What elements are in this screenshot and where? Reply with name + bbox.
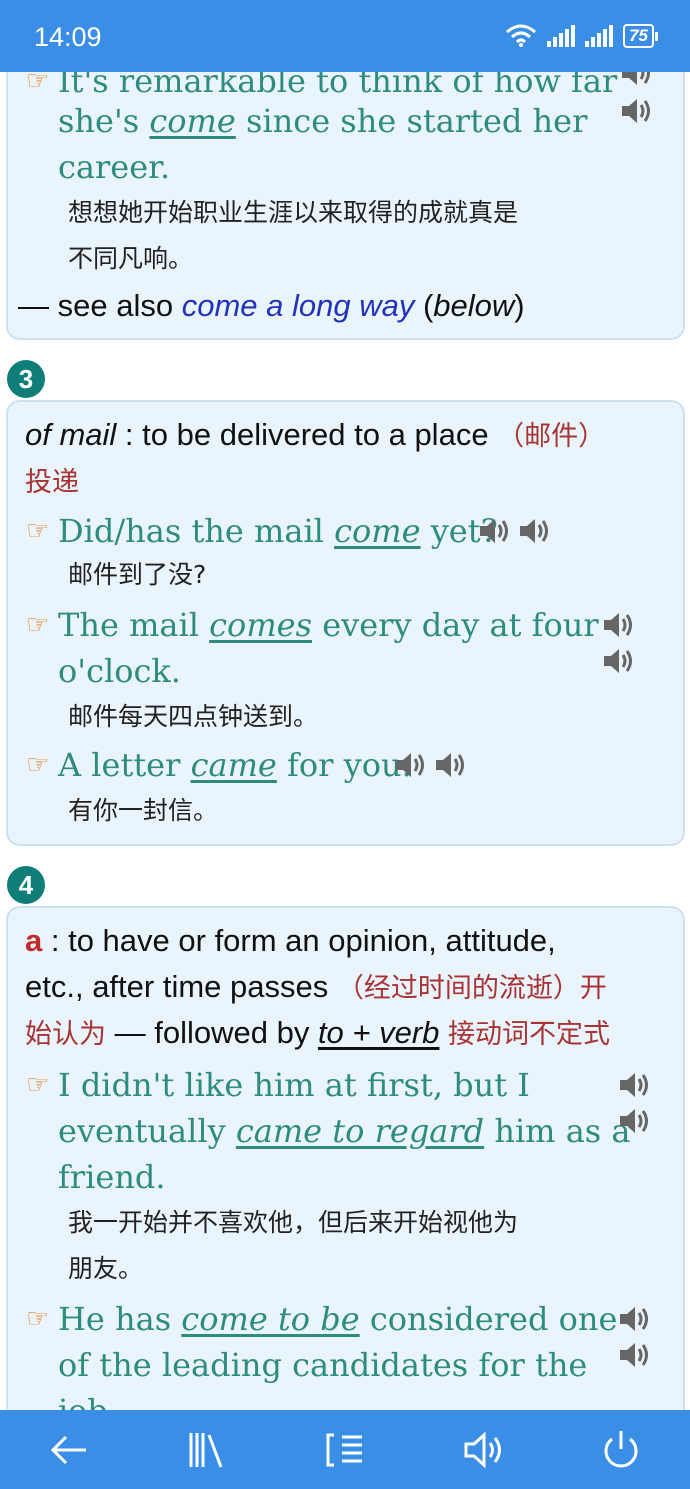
sense-number-badge: 4 [7,866,45,904]
example-pointer-icon: ☞ [26,750,50,780]
list-icon [326,1433,362,1466]
speaker-uk-icon[interactable] [616,1068,652,1102]
example-translation: 我一开始并不喜欢他，但后来开始视他为 [68,1208,519,1237]
see-also-link[interactable]: come a long way [182,288,415,323]
power-icon [604,1430,638,1467]
see-also: — see also come a long way (below) [18,288,525,323]
example-translation: 朋友。 [68,1254,144,1283]
example-translation: 想想她开始职业生涯以来取得的成就真是 [68,198,519,227]
list-button[interactable] [310,1415,380,1485]
speaker-us-icon[interactable] [516,514,552,548]
example-translation: 有你一封信。 [68,796,219,825]
power-button[interactable] [586,1415,656,1485]
definition-zh: 投递 [25,467,79,498]
example-pointer-icon: ☞ [26,1070,50,1100]
definition: 始认为 — followed by to + verb 接动词不定式 [25,1015,611,1050]
status-icons: 75 [505,24,658,48]
example-text: job. [58,1388,118,1410]
example-text: eventually came to regard him as a [58,1112,631,1150]
library-button[interactable] [172,1415,242,1485]
speaker-us-icon[interactable] [616,1338,652,1372]
example-pointer-icon: ☞ [26,1304,50,1334]
example-translation: 邮件到了没? [68,560,207,589]
status-bar: 14:09 75 [0,0,690,72]
example-text: she's come since she started her [58,102,588,140]
speaker-uk-icon[interactable] [616,1302,652,1336]
definition: of mail : to be delivered to a place （邮件… [25,417,606,452]
speaker-button[interactable] [448,1415,518,1485]
card-sense-3: of mail : to be delivered to a place （邮件… [6,400,685,846]
back-arrow-icon [50,1435,86,1464]
example-translation: 不同凡响。 [68,244,194,273]
example-translation: 邮件每天四点钟送到。 [68,702,319,731]
speaker-us-icon[interactable] [432,748,468,782]
battery-icon: 75 [623,24,658,48]
example-text: of the leading candidates for the [58,1346,588,1384]
card-sense-4: a : to have or form an opinion, attitude… [6,906,685,1410]
speaker-us-icon[interactable] [618,94,654,128]
bottom-toolbar [0,1410,690,1489]
definition: etc., after time passes （经过时间的流逝）开 [25,969,607,1004]
status-time: 14:09 [34,22,102,52]
example-pointer-icon: ☞ [26,516,50,546]
example-text: He has come to be considered one [58,1300,618,1338]
wifi-icon [506,24,537,47]
dictionary-content: ☞ It's remarkable to think of how far sh… [0,0,690,1410]
speaker-icon [464,1431,501,1468]
speaker-uk-icon[interactable] [392,748,428,782]
example-text: A letter came for you. [58,746,412,784]
example-text: Did/has the mail come yet? [58,512,498,550]
speaker-uk-icon[interactable] [600,608,636,642]
definition: a : to have or form an opinion, attitude… [25,923,556,958]
speaker-uk-icon[interactable] [476,514,512,548]
speaker-us-icon[interactable] [600,644,636,678]
example-text: career. [58,148,171,186]
back-button[interactable] [34,1415,104,1485]
card-sense-2: ☞ It's remarkable to think of how far sh… [6,40,685,340]
example-text: friend. [58,1158,166,1196]
speaker-us-icon[interactable] [616,1104,652,1138]
example-text: o'clock. [58,652,181,690]
example-text: I didn't like him at first, but I [58,1066,530,1104]
signal-icon [547,25,576,47]
sense-number-badge: 3 [7,360,45,398]
signal-icon [585,25,614,47]
library-icon [189,1432,223,1468]
example-text: The mail comes every day at four [58,606,599,644]
example-pointer-icon: ☞ [26,610,50,640]
